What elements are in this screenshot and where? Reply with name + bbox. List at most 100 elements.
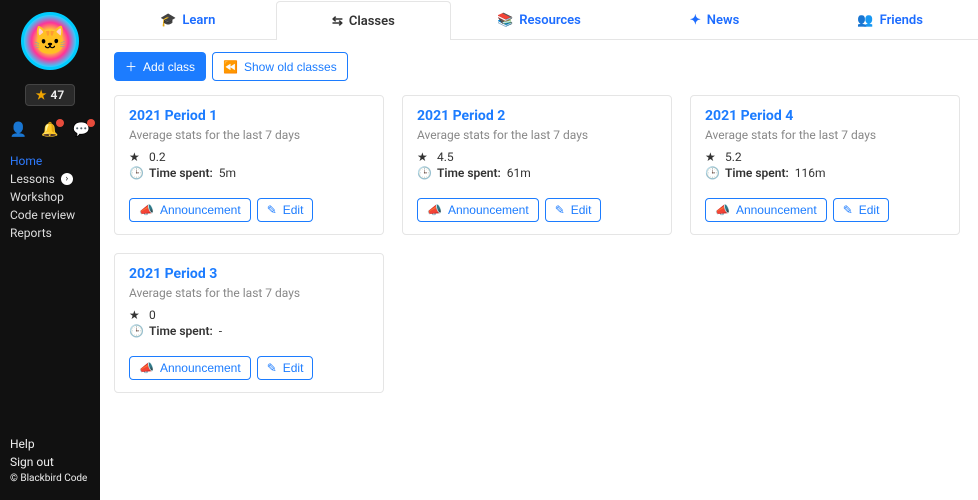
nav-help[interactable]: Help bbox=[10, 435, 90, 453]
edit-button[interactable]: ✎ Edit bbox=[545, 198, 602, 222]
edit-button[interactable]: ✎ Edit bbox=[257, 198, 314, 222]
tab-learn[interactable]: 🎓Learn bbox=[100, 0, 276, 39]
graduation-cap-icon: 🎓 bbox=[160, 13, 176, 28]
pencil-icon: ✎ bbox=[267, 203, 277, 217]
clock-icon: 🕒 bbox=[705, 166, 719, 180]
star-icon: ★ bbox=[36, 88, 47, 102]
time-row: 🕒 Time spent: - bbox=[129, 324, 369, 338]
rating-value: 4.5 bbox=[437, 150, 454, 164]
time-row: 🕒 Time spent: 116m bbox=[705, 166, 945, 180]
copyright: © Blackbird Code bbox=[10, 471, 90, 486]
class-subtitle: Average stats for the last 7 days bbox=[129, 128, 369, 142]
megaphone-icon: 📣 bbox=[427, 203, 442, 217]
star-icon: ★ bbox=[129, 150, 143, 164]
star-icon: ★ bbox=[705, 150, 719, 164]
message-dot bbox=[87, 119, 95, 127]
time-value: 61m bbox=[507, 166, 531, 180]
announcement-button[interactable]: 📣 Announcement bbox=[129, 198, 251, 222]
nav-workshop[interactable]: Workshop bbox=[10, 188, 90, 206]
class-card: 2021 Period 1 Average stats for the last… bbox=[114, 95, 384, 235]
star-icon: ★ bbox=[417, 150, 431, 164]
books-icon: 📚 bbox=[497, 13, 513, 28]
nav-lessons[interactable]: Lessons › bbox=[10, 170, 90, 188]
class-cards: 2021 Period 1 Average stats for the last… bbox=[114, 95, 964, 393]
profile-icon[interactable]: 👤 bbox=[10, 122, 27, 138]
time-value: 116m bbox=[795, 166, 826, 180]
messages-icon[interactable]: 💬 bbox=[73, 122, 90, 138]
time-label: Time spent: bbox=[149, 166, 213, 180]
time-value: - bbox=[219, 324, 222, 338]
time-label: Time spent: bbox=[149, 324, 213, 338]
pencil-icon: ✎ bbox=[843, 203, 853, 217]
edit-button[interactable]: ✎ Edit bbox=[833, 198, 890, 222]
clock-icon: 🕒 bbox=[129, 324, 143, 338]
toolbar: ＋Add class ⏪Show old classes bbox=[114, 52, 964, 81]
rating-value: 5.2 bbox=[725, 150, 742, 164]
class-card: 2021 Period 4 Average stats for the last… bbox=[690, 95, 960, 235]
time-row: 🕒 Time spent: 61m bbox=[417, 166, 657, 180]
megaphone-icon: 📣 bbox=[139, 203, 154, 217]
notifications-icon[interactable]: 🔔 bbox=[41, 122, 58, 138]
card-actions: 📣 Announcement ✎ Edit bbox=[417, 198, 657, 222]
clock-icon: 🕒 bbox=[129, 166, 143, 180]
points-badge[interactable]: ★ 47 bbox=[25, 84, 75, 106]
class-card: 2021 Period 2 Average stats for the last… bbox=[402, 95, 672, 235]
notification-dot bbox=[56, 119, 64, 127]
nav-signout[interactable]: Sign out bbox=[10, 453, 90, 471]
nav-home[interactable]: Home bbox=[10, 152, 90, 170]
network-icon: ⇆ bbox=[332, 14, 343, 29]
rating-row: ★ 4.5 bbox=[417, 150, 657, 164]
points-value: 47 bbox=[51, 88, 65, 102]
tab-news[interactable]: ✦News bbox=[627, 0, 803, 39]
nav-list: Home Lessons › Workshop Code review Repo… bbox=[0, 152, 100, 242]
pencil-icon: ✎ bbox=[555, 203, 565, 217]
edit-button[interactable]: ✎ Edit bbox=[257, 356, 314, 380]
announcement-button[interactable]: 📣 Announcement bbox=[129, 356, 251, 380]
show-old-classes-button[interactable]: ⏪Show old classes bbox=[212, 52, 348, 81]
card-actions: 📣 Announcement ✎ Edit bbox=[705, 198, 945, 222]
chevron-right-icon: › bbox=[61, 173, 73, 185]
rewind-icon: ⏪ bbox=[223, 60, 238, 74]
nav-code-review[interactable]: Code review bbox=[10, 206, 90, 224]
megaphone-icon: 📣 bbox=[139, 361, 154, 375]
avatar-container bbox=[0, 8, 100, 78]
class-title[interactable]: 2021 Period 1 bbox=[129, 108, 369, 124]
time-label: Time spent: bbox=[437, 166, 501, 180]
star-icon: ★ bbox=[129, 308, 143, 322]
sidebar-bottom: Help Sign out © Blackbird Code bbox=[0, 435, 100, 492]
announcement-button[interactable]: 📣 Announcement bbox=[417, 198, 539, 222]
time-value: 5m bbox=[219, 166, 236, 180]
pencil-icon: ✎ bbox=[267, 361, 277, 375]
card-actions: 📣 Announcement ✎ Edit bbox=[129, 356, 369, 380]
class-subtitle: Average stats for the last 7 days bbox=[129, 286, 369, 300]
plus-icon: ＋ bbox=[125, 58, 137, 75]
class-card: 2021 Period 3 Average stats for the last… bbox=[114, 253, 384, 393]
class-subtitle: Average stats for the last 7 days bbox=[417, 128, 657, 142]
class-subtitle: Average stats for the last 7 days bbox=[705, 128, 945, 142]
class-title[interactable]: 2021 Period 4 bbox=[705, 108, 945, 124]
tab-friends[interactable]: 👥Friends bbox=[802, 0, 978, 39]
avatar[interactable] bbox=[21, 12, 79, 70]
time-label: Time spent: bbox=[725, 166, 789, 180]
megaphone-icon: 📣 bbox=[715, 203, 730, 217]
tab-resources[interactable]: 📚Resources bbox=[451, 0, 627, 39]
sidebar: ★ 47 👤 🔔 💬 Home Lessons › Workshop Code … bbox=[0, 0, 100, 500]
main: 🎓Learn ⇆Classes 📚Resources ✦News 👥Friend… bbox=[100, 0, 978, 500]
card-actions: 📣 Announcement ✎ Edit bbox=[129, 198, 369, 222]
rating-value: 0 bbox=[149, 308, 156, 322]
rating-row: ★ 5.2 bbox=[705, 150, 945, 164]
top-icon-row: 👤 🔔 💬 bbox=[0, 118, 100, 152]
rating-value: 0.2 bbox=[149, 150, 166, 164]
rating-row: ★ 0 bbox=[129, 308, 369, 322]
announcement-button[interactable]: 📣 Announcement bbox=[705, 198, 827, 222]
class-title[interactable]: 2021 Period 3 bbox=[129, 266, 369, 282]
clock-icon: 🕒 bbox=[417, 166, 431, 180]
rating-row: ★ 0.2 bbox=[129, 150, 369, 164]
time-row: 🕒 Time spent: 5m bbox=[129, 166, 369, 180]
people-icon: 👥 bbox=[857, 13, 873, 28]
nav-reports[interactable]: Reports bbox=[10, 224, 90, 242]
tabs: 🎓Learn ⇆Classes 📚Resources ✦News 👥Friend… bbox=[100, 0, 978, 40]
add-class-button[interactable]: ＋Add class bbox=[114, 52, 206, 81]
tab-classes[interactable]: ⇆Classes bbox=[276, 1, 452, 40]
class-title[interactable]: 2021 Period 2 bbox=[417, 108, 657, 124]
